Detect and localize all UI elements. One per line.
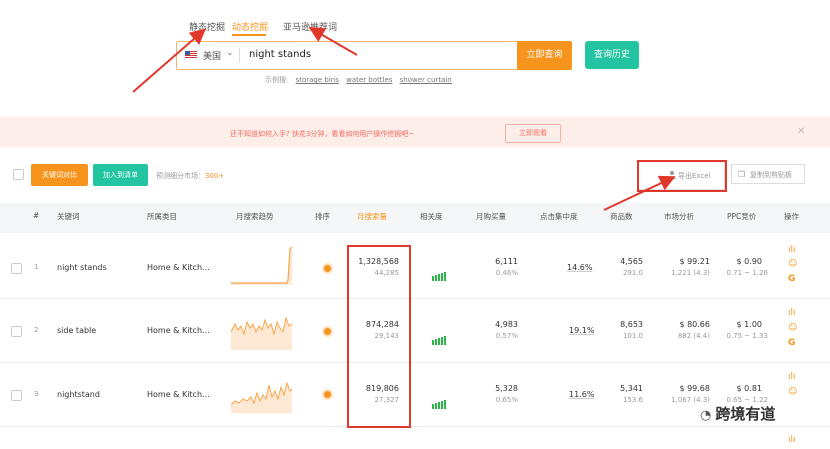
wechat-icon: ◔ xyxy=(700,408,712,423)
annotation-arrows xyxy=(132,26,676,211)
watermark-text: 跨境有道 xyxy=(715,405,776,423)
watermark: ◔ 跨境有道 xyxy=(700,403,775,424)
